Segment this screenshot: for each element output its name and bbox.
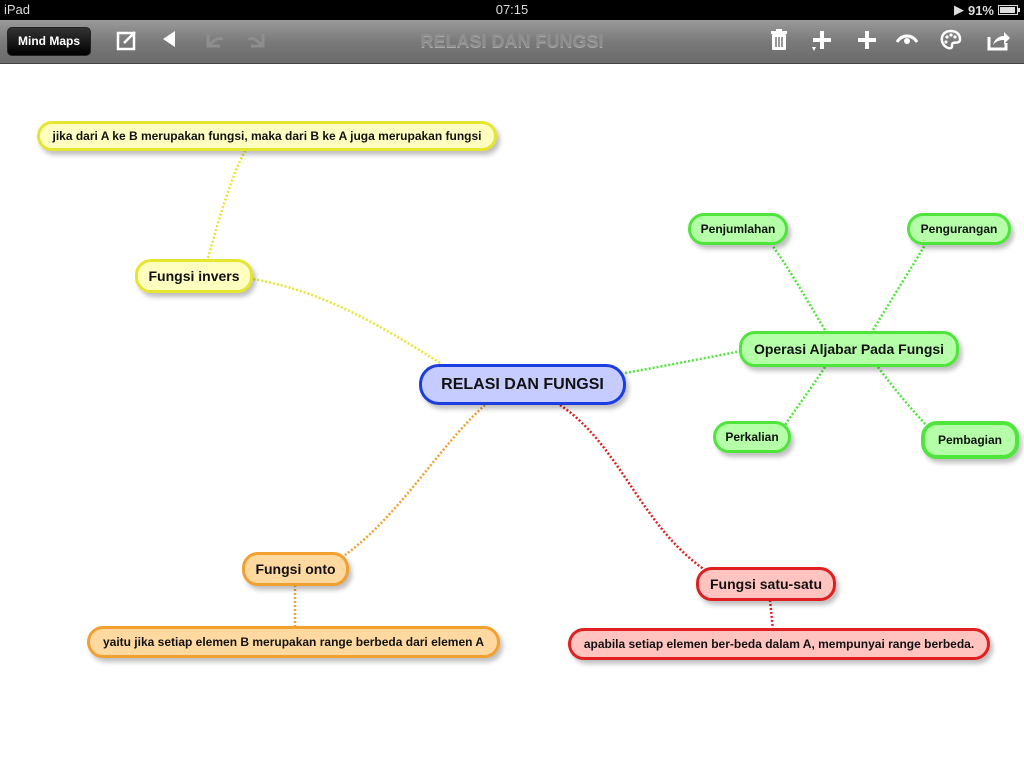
node-fungsi-invers-note[interactable]: jika dari A ke B merupakan fungsi, maka … <box>37 121 497 151</box>
node-fungsi-satu-satu-note[interactable]: apabila setiap elemen ber-beda dalam A, … <box>568 628 990 660</box>
link-invers-note <box>206 150 247 259</box>
node-fungsi-onto[interactable]: Fungsi onto <box>242 552 349 586</box>
play-icon: ▶ <box>953 2 964 17</box>
node-fungsi-satu-satu[interactable]: Fungsi satu-satu <box>696 567 836 601</box>
mind-maps-back-button[interactable]: Mind Maps <box>7 27 91 56</box>
toolbar: Mind Maps RELASI DAN FUNGSI <box>0 20 1024 64</box>
back-arrow-icon[interactable] <box>156 28 184 56</box>
node-perkalian[interactable]: Perkalian <box>713 421 791 453</box>
node-operasi-aljabar[interactable]: Operasi Aljabar Pada Fungsi <box>739 331 959 367</box>
mind-map-canvas[interactable]: jika dari A ke B merupakan fungsi, maka … <box>0 65 1024 768</box>
link-central-operasi <box>624 349 743 375</box>
share-icon[interactable] <box>985 28 1013 56</box>
palette-icon[interactable] <box>937 28 965 56</box>
status-bar: iPad 07:15 ▶ 91% <box>0 0 1024 20</box>
status-right: ▶ 91% <box>953 2 1020 18</box>
link-satu-note <box>768 599 775 631</box>
redo-icon[interactable] <box>243 28 271 56</box>
link-operasi-penjumlahan <box>770 244 827 331</box>
link-operasi-perkalian <box>783 366 827 426</box>
undo-icon[interactable] <box>200 28 228 56</box>
battery-percent: 91% <box>967 2 994 18</box>
node-central-relasi-dan-fungsi[interactable]: RELASI DAN FUNGSI <box>419 364 626 405</box>
link-central-satu <box>559 403 706 572</box>
node-pembagian[interactable]: Pembagian <box>921 421 1019 459</box>
connections-layer <box>206 150 929 631</box>
link-operasi-pembagian <box>876 366 929 428</box>
link-central-onto <box>344 404 486 557</box>
link-icon[interactable] <box>893 28 921 56</box>
link-operasi-pengurangan <box>871 244 927 331</box>
add-icon[interactable] <box>853 28 881 56</box>
battery-icon <box>998 5 1020 15</box>
node-penjumlahan[interactable]: Penjumlahan <box>688 213 788 245</box>
battery-fill <box>1000 7 1015 13</box>
add-child-icon[interactable] <box>808 28 836 56</box>
trash-icon[interactable] <box>765 28 793 56</box>
edit-icon[interactable] <box>113 28 141 56</box>
node-fungsi-invers[interactable]: Fungsi invers <box>135 259 253 293</box>
node-pengurangan[interactable]: Pengurangan <box>907 213 1011 245</box>
clock: 07:15 <box>495 2 529 17</box>
link-central-invers <box>251 277 441 365</box>
node-fungsi-onto-note[interactable]: yaitu jika setiap elemen B merupakan ran… <box>87 626 500 658</box>
